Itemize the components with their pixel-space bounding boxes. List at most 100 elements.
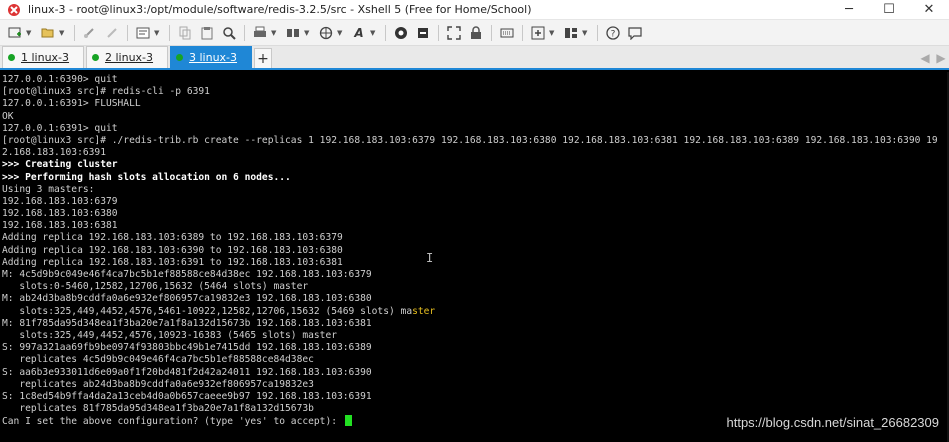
terminal-line: 192.168.183.103:6380	[2, 208, 949, 220]
terminal-line: >>> Creating cluster	[2, 159, 949, 171]
unlink-icon[interactable]	[103, 24, 121, 42]
terminal-line: slots:0-5460,12582,12706,15632 (5464 slo…	[2, 281, 949, 293]
terminal-line-text: Using 3 masters:	[2, 183, 95, 195]
new-session-icon[interactable]	[6, 24, 24, 42]
terminal-line: M: ab24d3ba8b9cddfa0a6e932ef806957ca1983…	[2, 293, 949, 305]
terminal-line: [root@linux3 src]# ./redis-trib.rb creat…	[2, 135, 949, 147]
terminal-line: 192.168.183.103:6379	[2, 196, 949, 208]
terminal-line-text: Adding replica 192.168.183.103:6390 to 1…	[2, 244, 343, 256]
terminal-line-text: M: ab24d3ba8b9cddfa0a6e932ef806957ca1983…	[2, 293, 372, 305]
chevron-down-icon[interactable]: ▼	[59, 29, 67, 37]
close-button[interactable]: ✕	[909, 0, 949, 20]
terminal-line-text: S: 1c8ed54b9ffa4da2a13ceb4d0a0b657caeee9…	[2, 390, 372, 402]
toolbar-divider	[127, 24, 128, 41]
svg-text:?: ?	[611, 29, 616, 39]
connected-status-icon	[92, 54, 99, 61]
terminal-line-text: Can I set the above configuration? (type…	[2, 416, 343, 428]
toolbar-divider	[385, 24, 386, 41]
terminal-line-text: M: 81f785da95d348ea1f3ba20e7a1f8a132d156…	[2, 317, 372, 329]
paste-icon[interactable]	[198, 24, 216, 42]
layout-icon[interactable]	[562, 24, 580, 42]
terminal-line: [root@linux3 src]# redis-cli -p 6391	[2, 86, 949, 98]
toolbar-divider	[169, 24, 170, 41]
terminal-line: >>> Performing hash slots allocation on …	[2, 172, 949, 184]
help-icon[interactable]: ?	[604, 24, 622, 42]
terminal-cursor	[344, 415, 352, 427]
terminal-line-text: replicates 81f785da95d348ea1f3ba20e7a1f8…	[2, 403, 314, 415]
terminal-line: slots:325,449,4452,4576,5461-10922,12582…	[2, 306, 949, 318]
add-icon[interactable]	[529, 24, 547, 42]
terminal-line-text: [root@linux3 src]# ./redis-trib.rb creat…	[2, 134, 938, 146]
transfer-icon[interactable]	[284, 24, 302, 42]
terminal-line: Using 3 masters:	[2, 184, 949, 196]
terminal-line-text: >>> Performing hash slots allocation on …	[2, 171, 291, 183]
tab-label: 2 linux-3	[105, 51, 154, 64]
toolbar-divider	[244, 24, 245, 41]
terminal-line: M: 81f785da95d348ea1f3ba20e7a1f8a132d156…	[2, 318, 949, 330]
tab-prev-button[interactable]: ◀	[917, 48, 933, 68]
tab-linux-3-1[interactable]: 1 linux-3	[2, 46, 84, 68]
chevron-down-icon[interactable]: ▼	[26, 29, 34, 37]
add-tab-button[interactable]: +	[254, 48, 272, 68]
xftp-icon[interactable]	[392, 24, 410, 42]
terminal-line-text: >>> Creating cluster	[2, 159, 118, 171]
tab-next-button[interactable]: ▶	[933, 48, 949, 68]
chevron-down-icon[interactable]: ▼	[582, 29, 590, 37]
chevron-down-icon[interactable]: ▼	[304, 29, 312, 37]
terminal-line: Adding replica 192.168.183.103:6390 to 1…	[2, 245, 949, 257]
selection-highlight: ster	[412, 305, 436, 317]
globe-icon[interactable]	[317, 24, 335, 42]
chevron-down-icon[interactable]: ▼	[370, 29, 378, 37]
toolbar-divider	[74, 24, 75, 41]
window-title: linux-3 - root@linux3:/opt/module/softwa…	[28, 3, 532, 16]
terminal-line-text: S: 997a321aa69fb9be0974f93803bbc49b1e741…	[2, 342, 372, 354]
print-icon[interactable]	[251, 24, 269, 42]
tab-label: 1 linux-3	[21, 51, 70, 64]
terminal-line-text: 127.0.0.1:6391> quit	[2, 122, 118, 134]
copy-icon[interactable]	[176, 24, 194, 42]
terminal-line: OK	[2, 111, 949, 123]
toolbar-divider	[522, 24, 523, 41]
fullscreen-icon[interactable]	[445, 24, 463, 42]
terminal-line-text: Adding replica 192.168.183.103:6391 to 1…	[2, 256, 343, 268]
maximize-button[interactable]: ☐	[869, 0, 909, 20]
minimize-button[interactable]: ─	[829, 0, 869, 20]
text-cursor-ibeam-icon: I	[426, 251, 434, 265]
terminal-output[interactable]: 127.0.0.1:6390> quit [root@linux3 src]# r…	[0, 72, 949, 442]
properties-icon[interactable]	[134, 24, 152, 42]
terminal-line-text: 192.168.183.103:6381	[2, 220, 118, 232]
terminal-line-text: 2.168.183.103:6391	[2, 147, 106, 159]
terminal-line-text: slots:325,449,4452,4576,10923-16383 (546…	[2, 329, 338, 341]
find-icon[interactable]	[220, 24, 238, 42]
terminal-line: replicates 81f785da95d348ea1f3ba20e7a1f8…	[2, 403, 949, 415]
chat-icon[interactable]	[626, 24, 644, 42]
tab-linux-3-2[interactable]: 2 linux-3	[86, 46, 168, 68]
chevron-down-icon[interactable]: ▼	[337, 29, 345, 37]
terminal-line-text: slots:0-5460,12582,12706,15632 (5464 slo…	[2, 281, 309, 293]
terminal-line: 127.0.0.1:6390> quit	[2, 74, 949, 86]
chevron-down-icon[interactable]: ▼	[271, 29, 279, 37]
terminal-line-text: replicates ab24d3ba8b9cddfa0a6e932ef8069…	[2, 378, 314, 390]
terminal-line-text: 127.0.0.1:6391> FLUSHALL	[2, 98, 141, 110]
terminal-line-text: Adding replica 192.168.183.103:6389 to 1…	[2, 232, 343, 244]
chevron-down-icon[interactable]: ▼	[549, 29, 557, 37]
chevron-down-icon[interactable]: ▼	[154, 29, 162, 37]
terminal-line-text: slots:325,449,4452,4576,5461-10922,12582…	[2, 305, 413, 317]
open-folder-icon[interactable]	[39, 24, 57, 42]
toolbar-divider	[491, 24, 492, 41]
connected-status-icon	[8, 54, 15, 61]
xmanager-icon[interactable]	[414, 24, 432, 42]
link-icon[interactable]	[81, 24, 99, 42]
terminal-line: slots:325,449,4452,4576,10923-16383 (546…	[2, 330, 949, 342]
terminal-line-text: S: aa6b3e933011d6e09a0f1f20bd481f2d42a24…	[2, 366, 372, 378]
terminal-line-text: [root@linux3 src]# redis-cli -p 6391	[2, 86, 210, 98]
terminal-line: Adding replica 192.168.183.103:6389 to 1…	[2, 232, 949, 244]
font-icon[interactable]: A	[350, 24, 368, 42]
tab-linux-3-3[interactable]: 3 linux-3	[170, 46, 252, 68]
keyboard-icon[interactable]	[498, 24, 516, 42]
toolbar: ▼ ▼ ▼ ▼ ▼ ▼ A ▼ ▼ ▼ ?	[0, 20, 949, 46]
lock-icon[interactable]	[467, 24, 485, 42]
terminal-line-text: 127.0.0.1:6390> quit	[2, 74, 118, 85]
terminal-line: 127.0.0.1:6391> FLUSHALL	[2, 98, 949, 110]
terminal-line: Adding replica 192.168.183.103:6391 to 1…	[2, 257, 949, 269]
